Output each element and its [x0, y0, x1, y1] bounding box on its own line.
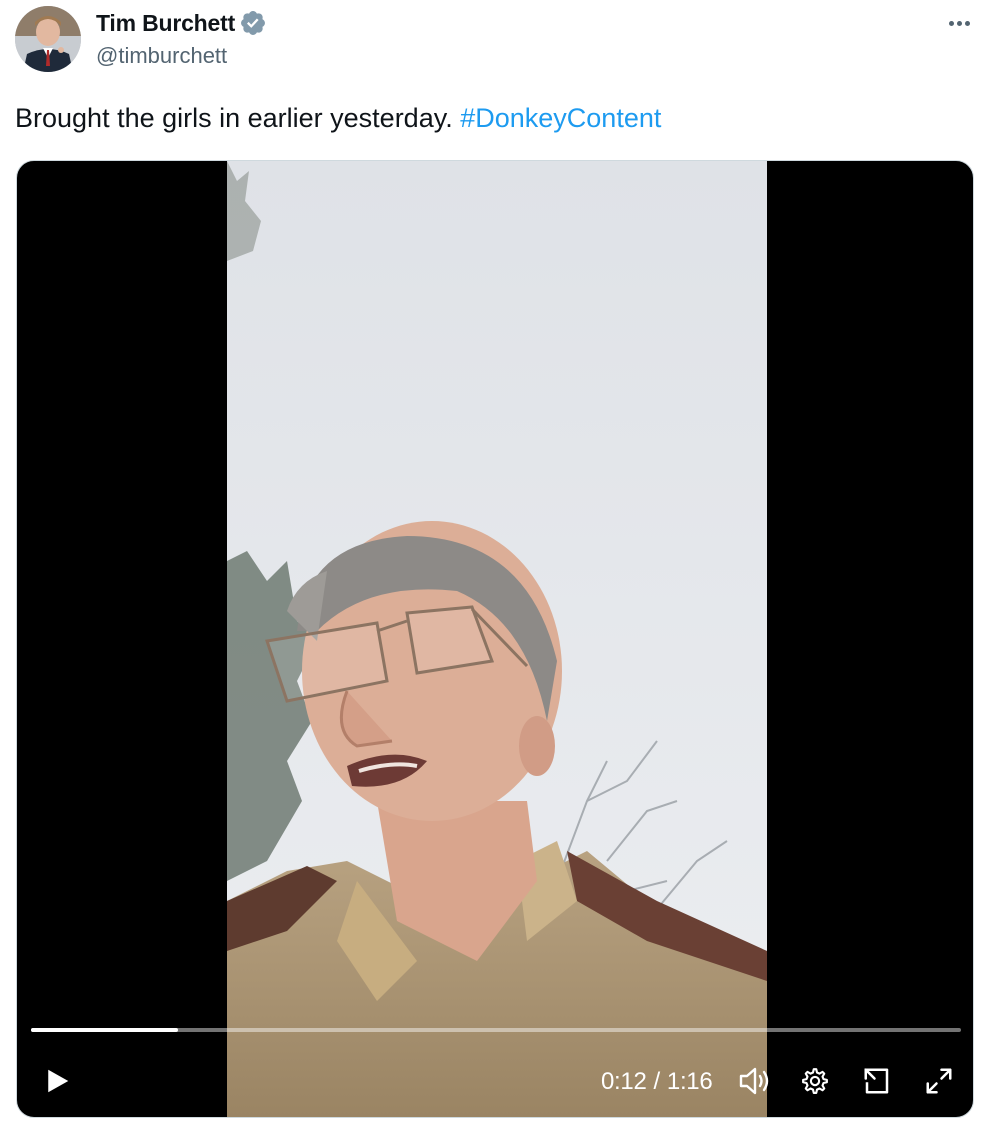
picture-in-picture-button[interactable]	[859, 1063, 895, 1099]
video-still	[227, 161, 767, 1117]
author-name-link[interactable]: Tim Burchett	[96, 8, 267, 38]
hashtag-link[interactable]: #DonkeyContent	[460, 103, 661, 133]
video-time-display: 0:12 / 1:16	[601, 1065, 713, 1099]
more-options-dot	[956, 20, 962, 26]
fullscreen-icon	[926, 1068, 952, 1094]
duration: 1:16	[666, 1068, 713, 1095]
volume-icon	[739, 1067, 769, 1095]
more-options-button[interactable]	[944, 10, 974, 36]
fullscreen-button[interactable]	[921, 1063, 957, 1099]
picture-in-picture-icon	[864, 1068, 889, 1094]
video-frame[interactable]	[227, 161, 767, 1117]
settings-gear-icon	[802, 1068, 828, 1094]
volume-button[interactable]	[735, 1063, 775, 1099]
current-time: 0:12	[601, 1068, 647, 1095]
time-separator: /	[653, 1068, 661, 1095]
more-options-icon	[948, 20, 954, 26]
verified-badge-icon	[239, 9, 267, 37]
play-button[interactable]	[39, 1063, 75, 1099]
author-avatar[interactable]	[15, 6, 81, 72]
more-options-dot	[964, 20, 970, 26]
video-progress-bar[interactable]	[31, 1028, 961, 1032]
video-progress-fill	[31, 1028, 178, 1032]
play-icon	[48, 1069, 69, 1093]
settings-button[interactable]	[797, 1063, 833, 1099]
video-player[interactable]: 0:12 / 1:16	[16, 160, 974, 1118]
tweet-text: Brought the girls in earlier yesterday. …	[15, 100, 661, 136]
profile-photo	[15, 6, 81, 72]
author-display-name: Tim Burchett	[96, 9, 236, 36]
tweet-body: Brought the girls in earlier yesterday.	[15, 103, 453, 133]
author-handle[interactable]: @timburchett	[96, 43, 227, 69]
